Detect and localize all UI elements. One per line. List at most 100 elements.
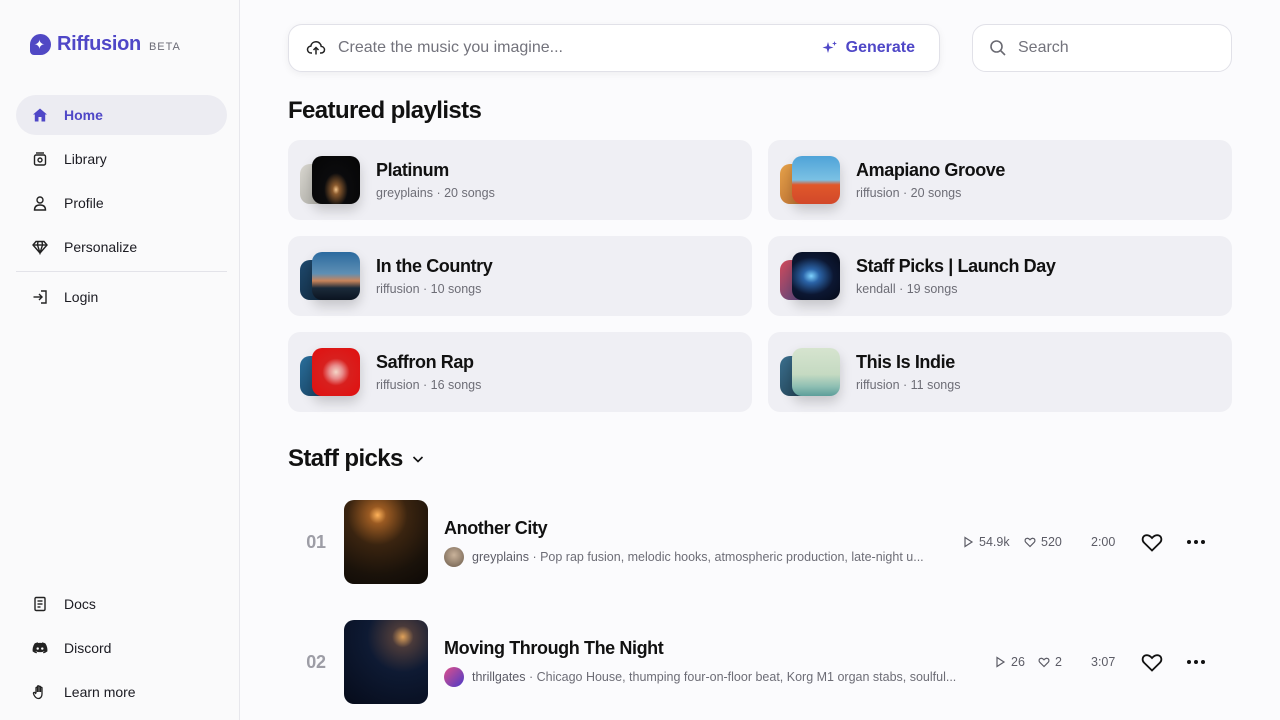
user-icon [32,195,48,211]
like-count: 520 [1024,535,1062,549]
playlist-card-this-is-indie[interactable]: This Is Indie riffusion · 11 songs [768,332,1232,412]
nav-item-home[interactable]: Home [16,95,227,135]
riffusion-logo-icon [30,34,51,55]
nav-label: Docs [64,596,96,612]
generate-label: Generate [845,39,915,56]
playlist-artwork [300,348,360,396]
more-options-button[interactable] [1184,530,1208,554]
playlist-subtitle: riffusion · 16 songs [376,378,482,392]
ellipsis-icon [1187,540,1205,544]
nav-label: Learn more [64,684,136,700]
discord-icon [32,640,48,656]
playlist-card-platinum[interactable]: Platinum greyplains · 20 songs [288,140,752,220]
playlist-subtitle: kendall · 19 songs [856,282,958,296]
generate-button[interactable]: Generate [822,39,915,57]
main-nav: Home Library Profile Personalize Login [16,95,227,321]
playlist-artwork [300,156,360,204]
nav-label: Discord [64,640,112,656]
track-row[interactable]: 01 Another City greyplains · Pop rap fus… [288,490,1232,594]
playlist-card-saffron-rap[interactable]: Saffron Rap riffusion · 16 songs [288,332,752,412]
like-count: 2 [1038,655,1062,669]
nav-item-personalize[interactable]: Personalize [16,227,227,267]
playlist-title: Platinum [376,160,449,180]
nav-item-docs[interactable]: Docs [16,584,227,624]
heart-icon [1141,654,1163,672]
chevron-down-icon [412,456,423,463]
playlist-artwork [780,156,840,204]
footer-nav: Docs Discord Learn more [16,584,227,716]
playlist-title: In the Country [376,256,493,276]
playlist-title: Saffron Rap [376,352,474,372]
nav-item-discord[interactable]: Discord [16,628,227,668]
track-user[interactable]: greyplains [472,550,529,564]
library-icon [32,151,48,167]
track-duration: 3:07 [1091,655,1116,669]
playlist-artwork [300,252,360,300]
nav-label: Personalize [64,239,138,255]
track-title[interactable]: Moving Through The Night [444,638,984,659]
play-count: 26 [994,655,1025,669]
playlist-title: This Is Indie [856,352,955,372]
home-icon [32,107,48,123]
playlist-artwork [780,252,840,300]
playlist-artwork [780,348,840,396]
nav-item-library[interactable]: Library [16,139,227,179]
generate-bar: Generate [288,24,940,72]
nav-label: Profile [64,195,104,211]
like-button[interactable] [1140,530,1164,554]
avatar[interactable] [444,666,464,687]
brand-name: Riffusion [57,33,141,55]
sparkle-icon [822,41,837,53]
track-cover[interactable] [344,500,428,584]
riffusion-logo[interactable]: Riffusion BETA [30,33,181,56]
playlist-subtitle: greyplains · 20 songs [376,186,495,200]
heart-small-icon [1024,537,1036,548]
playlist-subtitle: riffusion · 11 songs [856,378,961,392]
play-icon [964,536,974,548]
track-duration: 2:00 [1091,535,1116,549]
playlist-card-staff-picks-launch-day[interactable]: Staff Picks | Launch Day kendall · 19 so… [768,236,1232,316]
track-user[interactable]: thrillgates [472,670,526,684]
nav-item-profile[interactable]: Profile [16,183,227,223]
hand-icon [32,684,48,700]
heart-icon [1141,534,1163,552]
cloud-upload-icon[interactable] [306,38,326,58]
diamond-icon [32,239,48,255]
heart-small-icon [1038,657,1050,668]
nav-label: Login [64,289,99,305]
search-bar [972,24,1232,72]
document-icon [32,596,48,612]
prompt-input[interactable] [338,39,822,57]
staff-picks-heading[interactable]: Staff picks [288,445,425,473]
track-row[interactable]: 02 Moving Through The Night thrillgates … [288,610,1232,714]
track-number: 02 [306,651,326,672]
avatar[interactable] [444,546,464,567]
play-count: 54.9k [962,535,1010,549]
playlist-card-in-the-country[interactable]: In the Country riffusion · 10 songs [288,236,752,316]
playlist-subtitle: riffusion · 20 songs [856,186,962,200]
playlist-title: Amapiano Groove [856,160,1006,180]
sidebar: Riffusion BETA Home Library Profile Pe [0,0,240,720]
playlist-title: Staff Picks | Launch Day [856,256,1056,276]
playlist-subtitle: riffusion · 10 songs [376,282,482,296]
nav-label: Home [64,107,103,123]
track-cover[interactable] [344,620,428,704]
playlist-card-amapiano-groove[interactable]: Amapiano Groove riffusion · 20 songs [768,140,1232,220]
staff-picks-label: Staff picks [288,445,403,472]
beta-badge: BETA [148,40,181,53]
nav-item-learn-more[interactable]: Learn more [16,672,227,712]
nav-divider [16,271,227,272]
nav-label: Library [64,151,107,167]
ellipsis-icon [1187,660,1205,664]
like-button[interactable] [1140,650,1164,674]
more-options-button[interactable] [1184,650,1208,674]
track-description: Pop rap fusion, melodic hooks, atmospher… [540,549,924,564]
search-icon [990,40,1006,56]
track-description: Chicago House, thumping four-on-floor be… [536,669,957,684]
nav-item-login[interactable]: Login [16,277,227,317]
login-icon [32,289,48,305]
track-title[interactable]: Another City [444,518,944,539]
search-input[interactable] [1018,39,1208,57]
track-number: 01 [306,531,326,552]
play-icon [996,656,1006,668]
